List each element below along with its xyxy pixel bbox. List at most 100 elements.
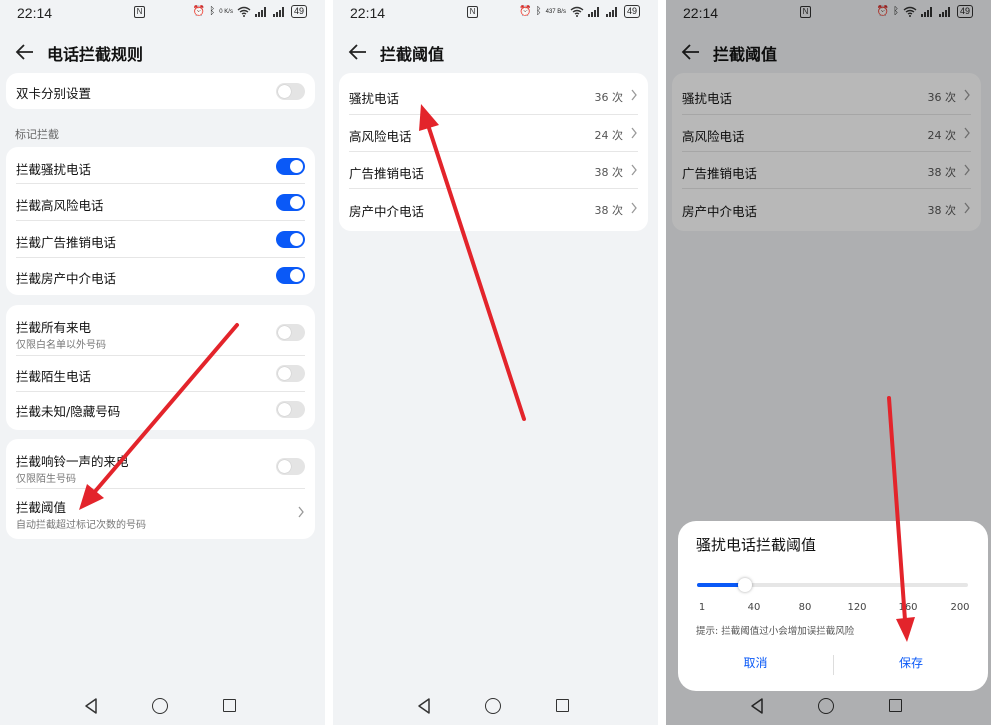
- real-estate-toggle[interactable]: [276, 267, 305, 284]
- all-calls-toggle[interactable]: [276, 324, 305, 341]
- status-time: 22:14: [17, 5, 53, 21]
- threshold-row-high-risk[interactable]: 高风险电话 24 次: [339, 115, 648, 152]
- threshold-row-ads[interactable]: 广告推销电话 38 次: [339, 152, 648, 189]
- toggle-row-high-risk[interactable]: 拦截高风险电话: [6, 184, 315, 221]
- chevron-right-icon: [631, 89, 637, 101]
- nav-recents-icon[interactable]: [223, 699, 236, 712]
- cancel-button[interactable]: 取消: [678, 654, 833, 671]
- signal-icon: [272, 6, 287, 17]
- ads-toggle[interactable]: [276, 231, 305, 248]
- alarm-icon: ⏰: [192, 6, 206, 17]
- bluetooth-icon: ᛒ: [535, 6, 542, 17]
- row-label: 拦截高风险电话: [16, 198, 104, 213]
- call-block-card: 拦截所有来电 仅限白名单以外号码 拦截陌生电话 拦截未知/隐藏号码: [6, 305, 315, 430]
- status-icons: ⏰ ᛒ 0 K/s 49: [193, 5, 307, 18]
- slider-tick-label: 1: [698, 602, 706, 613]
- row-label: 拦截广告推销电话: [16, 235, 117, 250]
- slider-tick-label: 120: [847, 602, 867, 613]
- ring-threshold-card: 拦截响铃一声的来电 仅限陌生号码 拦截阈值 自动拦截超过标记次数的号码: [6, 439, 315, 539]
- nav-recents-icon[interactable]: [556, 699, 569, 712]
- dialog-hint: 提示: 拦截阈值过小会增加误拦截风险: [696, 626, 855, 637]
- row-value: 38 次: [594, 166, 624, 179]
- threshold-list-card: 骚扰电话 36 次 高风险电话 24 次 广告推销电话 38 次 房产中介电话 …: [339, 73, 648, 231]
- navigation-bar: [333, 695, 658, 725]
- toggle-row-ads[interactable]: 拦截广告推销电话: [6, 221, 315, 258]
- status-icons: ⏰ ᛒ 437 B/s 49: [519, 5, 640, 18]
- chevron-right-icon: [631, 127, 637, 139]
- row-label: 拦截未知/隐藏号码: [16, 404, 121, 419]
- row-value: 38 次: [594, 204, 624, 217]
- row-label: 拦截阈值: [16, 500, 67, 515]
- alarm-icon: ⏰: [519, 6, 532, 17]
- dual-sim-toggle[interactable]: [276, 83, 305, 100]
- unknown-toggle[interactable]: [276, 401, 305, 418]
- navigation-bar: [0, 695, 325, 725]
- toggle-row-all-calls[interactable]: 拦截所有来电 仅限白名单以外号码: [6, 305, 315, 355]
- status-bar: 22:14 N ⏰ ᛒ 437 B/s 49: [333, 0, 658, 28]
- toggle-row-strangers[interactable]: 拦截陌生电话: [6, 356, 315, 392]
- nav-home-icon[interactable]: [152, 698, 168, 714]
- row-label: 拦截陌生电话: [16, 369, 92, 384]
- row-sublabel: 仅限白名单以外号码: [16, 340, 106, 351]
- signal-icon: [587, 6, 602, 17]
- threshold-slider[interactable]: [697, 578, 968, 592]
- status-time: 22:14: [350, 5, 386, 21]
- threshold-row[interactable]: 拦截阈值 自动拦截超过标记次数的号码: [6, 489, 315, 539]
- page-title: 拦截阈值: [380, 45, 445, 64]
- strangers-toggle[interactable]: [276, 365, 305, 382]
- toggle-row-ring-once[interactable]: 拦截响铃一声的来电 仅限陌生号码: [6, 439, 315, 488]
- title-bar: 电话拦截规则: [0, 38, 325, 66]
- nav-back-icon[interactable]: [83, 697, 99, 715]
- slider-tick-label: 200: [950, 602, 970, 613]
- chevron-right-icon: [631, 164, 637, 176]
- threshold-row-harassment[interactable]: 骚扰电话 36 次: [339, 73, 648, 113]
- battery-icon: 49: [290, 5, 307, 18]
- chevron-right-icon: [298, 506, 304, 518]
- ring-once-toggle[interactable]: [276, 458, 305, 475]
- nav-back-icon[interactable]: [416, 697, 432, 715]
- toggle-row-unknown[interactable]: 拦截未知/隐藏号码: [6, 392, 315, 430]
- row-sublabel: 仅限陌生号码: [16, 474, 76, 485]
- nfc-icon: N: [467, 6, 478, 18]
- row-label: 拦截房产中介电话: [16, 271, 117, 286]
- back-arrow-icon[interactable]: [347, 41, 369, 63]
- dual-sim-card: 双卡分别设置: [6, 73, 315, 109]
- row-label: 拦截响铃一声的来电: [16, 454, 129, 469]
- net-speed: 437 B/s: [545, 8, 566, 15]
- title-bar: 拦截阈值: [333, 38, 658, 66]
- threshold-row-real-estate[interactable]: 房产中介电话 38 次: [339, 189, 648, 229]
- row-label: 拦截所有来电: [16, 320, 92, 335]
- row-label: 房产中介电话: [349, 204, 425, 219]
- slider-thumb[interactable]: [738, 578, 752, 592]
- toggle-row-harassment[interactable]: 拦截骚扰电话: [6, 147, 315, 184]
- row-label: 骚扰电话: [349, 91, 400, 106]
- screen-call-block-rules: 22:14 N ⏰ ᛒ 0 K/s 49 电话拦截规则 双卡分别设置 标记拦截 …: [0, 0, 325, 725]
- mark-block-card: 拦截骚扰电话 拦截高风险电话 拦截广告推销电话 拦截房产中介电话: [6, 147, 315, 295]
- signal-icon: [605, 6, 620, 17]
- screen-block-threshold: 22:14 N ⏰ ᛒ 437 B/s 49 拦截阈值 骚扰电话 36 次 高风…: [333, 0, 658, 725]
- dual-sim-row[interactable]: 双卡分别设置: [6, 73, 315, 109]
- nav-home-icon[interactable]: [485, 698, 501, 714]
- status-bar: 22:14 N ⏰ ᛒ 0 K/s 49: [0, 0, 325, 28]
- nfc-icon: N: [134, 6, 145, 18]
- row-label: 广告推销电话: [349, 166, 425, 181]
- high-risk-toggle[interactable]: [276, 194, 305, 211]
- harassment-toggle[interactable]: [276, 158, 305, 175]
- page-title: 电话拦截规则: [47, 45, 144, 64]
- wifi-icon: [570, 6, 584, 17]
- net-speed: 0 K/s: [219, 8, 233, 15]
- slider-tick-label: 160: [898, 602, 918, 613]
- back-arrow-icon[interactable]: [14, 41, 36, 63]
- wifi-icon: [237, 6, 251, 17]
- row-sublabel: 自动拦截超过标记次数的号码: [16, 520, 146, 531]
- screen-threshold-dialog: 22:14 N ⏰ ᛒ 49 拦截阈值 骚扰电话 36 次 高风险电话 24 次…: [666, 0, 991, 725]
- slider-tick-label: 40: [747, 602, 761, 613]
- row-label: 双卡分别设置: [16, 86, 92, 101]
- save-button[interactable]: 保存: [834, 654, 988, 671]
- section-label-mark-block: 标记拦截: [15, 128, 59, 141]
- chevron-right-icon: [631, 202, 637, 214]
- row-value: 36 次: [594, 91, 624, 104]
- toggle-row-real-estate[interactable]: 拦截房产中介电话: [6, 258, 315, 295]
- signal-icon: [254, 6, 269, 17]
- row-value: 24 次: [594, 129, 624, 142]
